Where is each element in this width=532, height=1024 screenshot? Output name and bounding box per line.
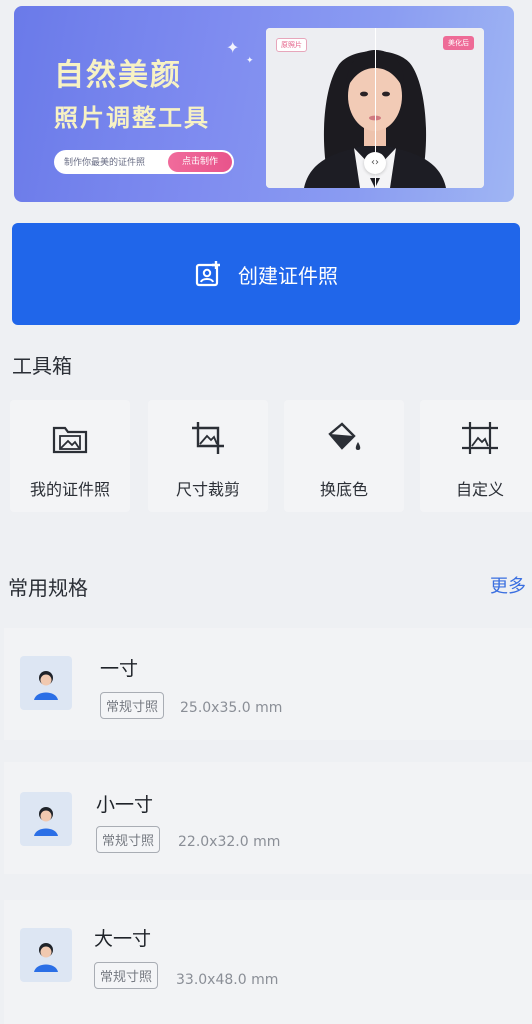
tool-label: 换底色 bbox=[319, 480, 368, 499]
create-id-photo-button[interactable]: 创建证件照 bbox=[12, 223, 520, 325]
before-after-photo: 原照片 美化后 ‹› bbox=[266, 28, 484, 188]
avatar bbox=[20, 656, 72, 710]
spec-badge: 常规寸照 bbox=[96, 826, 161, 853]
spec-card-large-1inch[interactable]: 大一寸 常规寸照 33.0x48.0 mm bbox=[4, 900, 532, 1024]
spec-name: 大一寸 bbox=[94, 928, 152, 950]
tool-crop-size[interactable]: 尺寸裁剪 bbox=[148, 400, 268, 512]
banner-cta-button[interactable]: 点击制作 bbox=[168, 152, 232, 172]
banner-cta[interactable]: 制作你最美的证件照 点击制作 bbox=[54, 150, 234, 174]
common-specs-title: 常用规格 bbox=[8, 576, 88, 600]
more-link[interactable]: 更多 bbox=[490, 572, 526, 598]
original-tag: 原照片 bbox=[276, 38, 307, 52]
sparkle-icon: ✦ bbox=[226, 38, 240, 57]
spec-card-1inch[interactable]: 一寸 常规寸照 25.0x35.0 mm bbox=[4, 628, 532, 740]
custom-frame-icon bbox=[462, 422, 498, 454]
folder-photo-icon bbox=[52, 426, 88, 454]
tool-label: 尺寸裁剪 bbox=[175, 480, 240, 499]
person-icon bbox=[34, 671, 58, 700]
promo-banner[interactable]: ✦ ✦ 自然美颜 照片调整工具 制作你最美的证件照 点击制作 原照片 美化后 ‹… bbox=[14, 6, 514, 202]
avatar bbox=[20, 928, 72, 982]
tool-my-photos[interactable]: 我的证件照 bbox=[10, 400, 130, 512]
spec-size: 25.0x35.0 mm bbox=[180, 700, 283, 716]
spec-badge: 常规寸照 bbox=[94, 962, 159, 989]
tool-custom[interactable]: 自定义 bbox=[420, 400, 532, 512]
beautified-tag: 美化后 bbox=[443, 36, 474, 50]
person-icon bbox=[34, 943, 58, 972]
spec-name: 小一寸 bbox=[96, 794, 154, 816]
person-icon bbox=[34, 807, 58, 836]
banner-cta-text: 制作你最美的证件照 bbox=[64, 158, 146, 168]
tool-change-background[interactable]: 换底色 bbox=[284, 400, 404, 512]
avatar bbox=[20, 792, 72, 846]
toolbox-title: 工具箱 bbox=[12, 354, 72, 378]
tool-label: 我的证件照 bbox=[29, 480, 110, 499]
toolbox-grid: 我的证件照 尺寸裁剪 换底色 自定义 bbox=[0, 400, 532, 514]
compare-handle[interactable]: ‹› bbox=[364, 152, 386, 174]
banner-title-line2: 照片调整工具 bbox=[54, 104, 210, 132]
spec-card-small-1inch[interactable]: 小一寸 常规寸照 22.0x32.0 mm bbox=[4, 762, 532, 874]
paint-bucket-icon bbox=[328, 422, 361, 450]
add-photo-icon bbox=[195, 261, 220, 287]
banner-title-line1: 自然美颜 bbox=[54, 58, 182, 93]
crop-icon bbox=[192, 422, 224, 454]
sparkle-icon: ✦ bbox=[246, 56, 254, 66]
tool-label: 自定义 bbox=[455, 480, 504, 499]
spec-badge: 常规寸照 bbox=[100, 692, 165, 719]
create-id-photo-label: 创建证件照 bbox=[238, 263, 338, 288]
spec-size: 22.0x32.0 mm bbox=[178, 834, 281, 850]
spec-name: 一寸 bbox=[100, 658, 139, 680]
spec-size: 33.0x48.0 mm bbox=[176, 972, 279, 988]
